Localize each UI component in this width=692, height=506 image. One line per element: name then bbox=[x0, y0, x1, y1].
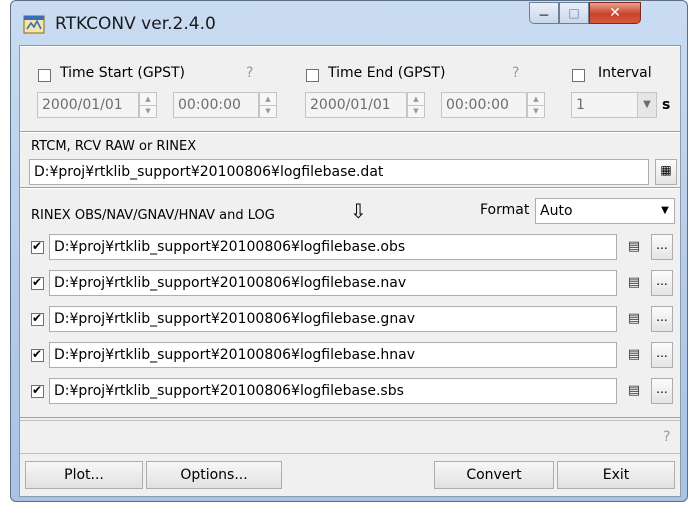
chevron-down-icon[interactable]: ▼ bbox=[637, 93, 656, 117]
app-icon bbox=[23, 15, 45, 34]
time-start-time-field[interactable]: 00:00:00 bbox=[173, 92, 259, 118]
minimize-icon: ─ bbox=[539, 8, 549, 24]
output-nav-field[interactable]: D:¥proj¥rtklib_support¥20100806¥logfileb… bbox=[49, 270, 617, 296]
options-button[interactable]: Options... bbox=[146, 461, 282, 489]
time-end-date-spinner[interactable]: ▲ ▼ bbox=[407, 92, 425, 118]
doc-view-icon[interactable]: ▤ bbox=[624, 309, 644, 329]
interval-value: 1 bbox=[576, 97, 585, 113]
output-gnav-checkbox[interactable] bbox=[31, 311, 44, 326]
close-icon: ✕ bbox=[609, 5, 621, 21]
maximize-icon: □ bbox=[568, 6, 580, 20]
output-nav-browse-button[interactable]: ... bbox=[651, 270, 673, 296]
output-obs-checkbox[interactable] bbox=[31, 239, 44, 254]
output-hnav-browse-button[interactable]: ... bbox=[651, 342, 673, 368]
status-bar: ? bbox=[20, 420, 680, 454]
output-obs-browse-button[interactable]: ... bbox=[651, 234, 673, 260]
time-end-label: Time End (GPST) bbox=[328, 65, 446, 81]
convert-button[interactable]: Convert bbox=[434, 461, 554, 489]
client-area: Time Start (GPST) ? 2000/01/01 ▲ ▼ 00:00:… bbox=[19, 45, 681, 497]
format-label: Format bbox=[480, 202, 530, 218]
rtkconv-window: RTKCONV ver.2.4.0 ─ □ ✕ Time Start (GPST… bbox=[10, 0, 688, 502]
time-start-checkbox[interactable] bbox=[38, 69, 51, 82]
output-panel: RINEX OBS/NAV/GNAV/HNAV and LOG ⇩ Format… bbox=[20, 188, 680, 418]
input-file-label: RTCM, RCV RAW or RINEX bbox=[31, 139, 197, 154]
output-gnav-browse-button[interactable]: ... bbox=[651, 306, 673, 332]
interval-label: Interval bbox=[598, 65, 652, 81]
time-end-time-spinner[interactable]: ▲ ▼ bbox=[527, 92, 545, 118]
close-button[interactable]: ✕ bbox=[589, 2, 641, 24]
doc-view-icon[interactable]: ▤ bbox=[624, 381, 644, 401]
input-browse-button[interactable]: ▦ bbox=[655, 159, 677, 185]
doc-view-icon[interactable]: ▤ bbox=[624, 345, 644, 365]
format-select[interactable]: Auto ▼ bbox=[535, 198, 675, 224]
time-start-help[interactable]: ? bbox=[246, 65, 253, 81]
time-start-date-spinner[interactable]: ▲ ▼ bbox=[139, 92, 157, 118]
browse-icon: ▦ bbox=[660, 163, 672, 177]
time-panel: Time Start (GPST) ? 2000/01/01 ▲ ▼ 00:00:… bbox=[20, 46, 680, 132]
title-bar[interactable]: RTKCONV ver.2.4.0 ─ □ ✕ bbox=[11, 1, 687, 45]
minimize-button[interactable]: ─ bbox=[529, 2, 559, 24]
time-start-label: Time Start (GPST) bbox=[60, 65, 186, 81]
convert-button-label: Convert bbox=[466, 467, 522, 483]
chevron-down-icon[interactable]: ▼ bbox=[656, 199, 674, 223]
output-sbs-checkbox[interactable] bbox=[31, 383, 44, 398]
output-gnav-field[interactable]: D:¥proj¥rtklib_support¥20100806¥logfileb… bbox=[49, 306, 617, 332]
options-button-label: Options... bbox=[180, 467, 248, 483]
doc-view-icon[interactable]: ▤ bbox=[624, 273, 644, 293]
time-start-date-field[interactable]: 2000/01/01 bbox=[37, 92, 139, 118]
interval-select[interactable]: 1 ▼ bbox=[571, 92, 657, 118]
time-end-date-field[interactable]: 2000/01/01 bbox=[305, 92, 407, 118]
time-end-help[interactable]: ? bbox=[512, 65, 519, 81]
output-obs-field[interactable]: D:¥proj¥rtklib_support¥20100806¥logfileb… bbox=[49, 234, 617, 260]
maximize-button[interactable]: □ bbox=[559, 2, 589, 24]
output-sbs-field[interactable]: D:¥proj¥rtklib_support¥20100806¥logfileb… bbox=[49, 378, 617, 404]
exit-button[interactable]: Exit bbox=[557, 461, 675, 489]
down-arrow-icon: ⇩ bbox=[350, 199, 367, 223]
plot-button[interactable]: Plot... bbox=[25, 461, 143, 489]
output-files-label: RINEX OBS/NAV/GNAV/HNAV and LOG bbox=[31, 208, 275, 223]
exit-button-label: Exit bbox=[602, 467, 630, 483]
time-end-time-field[interactable]: 00:00:00 bbox=[441, 92, 527, 118]
output-hnav-field[interactable]: D:¥proj¥rtklib_support¥20100806¥logfileb… bbox=[49, 342, 617, 368]
input-file-field[interactable]: D:¥proj¥rtklib_support¥20100806¥logfileb… bbox=[29, 159, 649, 185]
doc-view-icon[interactable]: ▤ bbox=[624, 237, 644, 257]
time-start-time-spinner[interactable]: ▲ ▼ bbox=[259, 92, 277, 118]
output-hnav-checkbox[interactable] bbox=[31, 347, 44, 362]
format-value: Auto bbox=[540, 203, 573, 219]
status-help[interactable]: ? bbox=[663, 429, 670, 445]
window-title: RTKCONV ver.2.4.0 bbox=[55, 14, 216, 34]
plot-button-label: Plot... bbox=[64, 467, 104, 483]
time-end-checkbox[interactable] bbox=[306, 69, 319, 82]
input-panel: RTCM, RCV RAW or RINEX D:¥proj¥rtklib_su… bbox=[20, 132, 680, 188]
output-nav-checkbox[interactable] bbox=[31, 275, 44, 290]
interval-checkbox[interactable] bbox=[572, 69, 585, 82]
output-sbs-browse-button[interactable]: ... bbox=[651, 378, 673, 404]
interval-unit: s bbox=[662, 97, 671, 113]
